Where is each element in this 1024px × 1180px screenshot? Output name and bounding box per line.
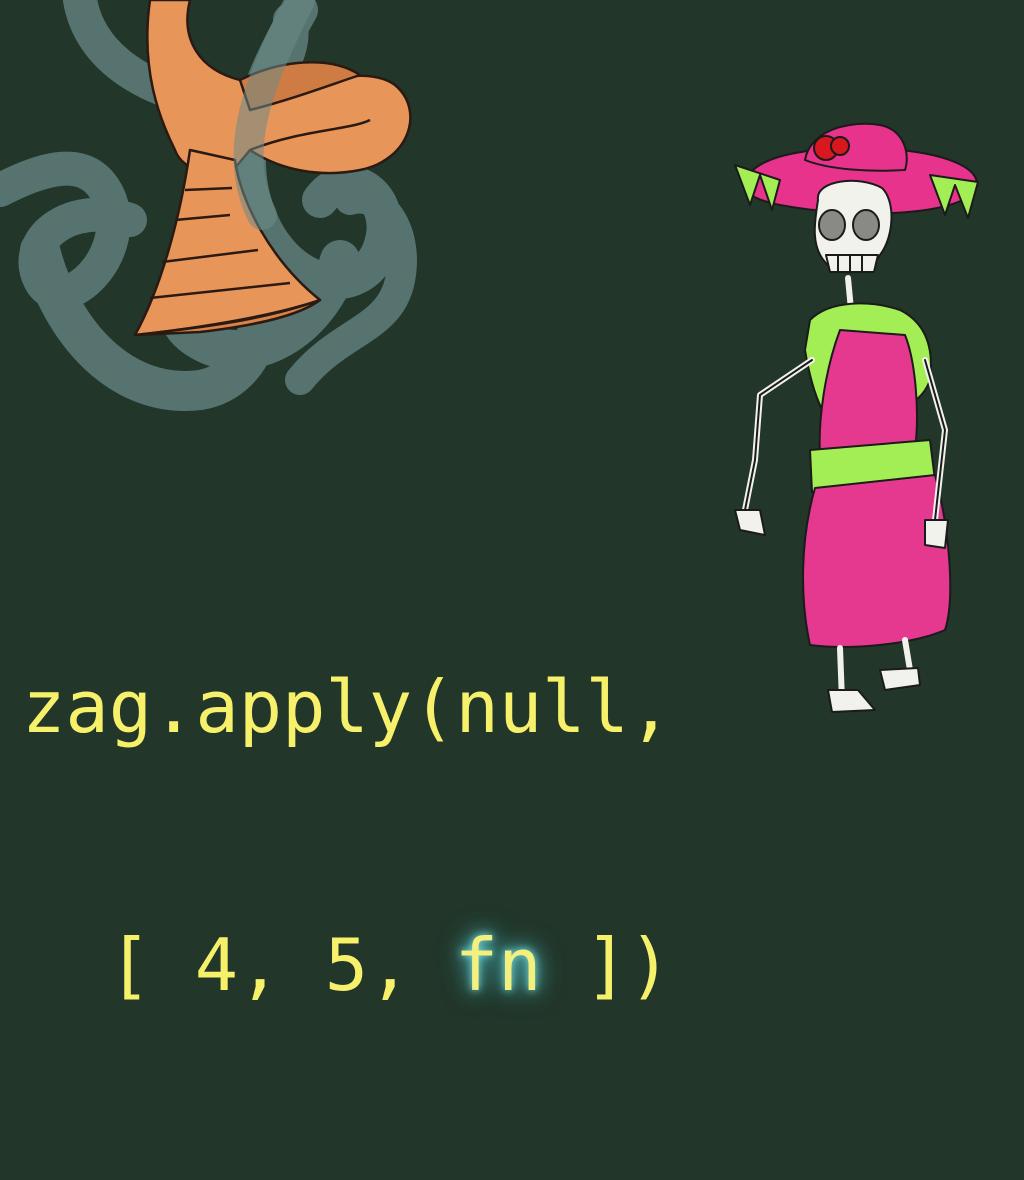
code-line-2: [ 4, 5, fn ]) xyxy=(22,922,672,1008)
code-line-1: zag.apply(null, xyxy=(22,665,673,749)
code-snippet: zag.apply(null, [ 4, 5, fn ]) xyxy=(22,492,672,1180)
code-array-open: [ 4, 5, xyxy=(108,923,455,1007)
code-array-close: ]) xyxy=(541,923,672,1007)
slide: zag.apply(null, [ 4, 5, fn ]) xyxy=(0,0,1024,1007)
code-fn-highlight: fn xyxy=(454,923,542,1007)
